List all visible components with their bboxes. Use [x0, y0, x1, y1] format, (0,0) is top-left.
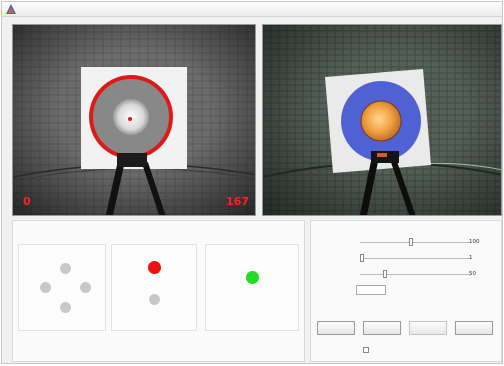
title-bar: [2, 2, 502, 17]
toolbar-button-4[interactable]: [455, 321, 493, 335]
main-window: 0 167 100 1 50: [1, 1, 503, 364]
option-checkbox[interactable]: [363, 347, 369, 353]
right-camera-image: [263, 25, 501, 215]
indicator-red: [148, 261, 161, 274]
toolbar-button-3-disabled[interactable]: [409, 321, 447, 335]
indicator-left: [40, 282, 51, 293]
indicator-right: [80, 282, 91, 293]
param-3-track[interactable]: [360, 274, 470, 275]
param-1-slider-thumb[interactable]: [409, 238, 413, 246]
param-2-track[interactable]: [360, 258, 470, 259]
group-right: [205, 244, 299, 331]
param-2-slider-thumb[interactable]: [360, 254, 364, 262]
param-1-value: 100: [469, 239, 480, 245]
app-icon: [6, 4, 16, 14]
left-camera-view: 0 167: [12, 24, 256, 216]
indicator-up: [60, 263, 71, 274]
group-middle: [111, 244, 197, 331]
indicator-green: [246, 271, 259, 284]
tracking-panel: [12, 220, 305, 362]
right-camera-view: [262, 24, 502, 216]
left-camera-image: [13, 25, 255, 215]
center-input[interactable]: [356, 285, 386, 295]
parameter-panel: 100 1 50: [310, 220, 502, 362]
param-3-value: 50: [469, 271, 476, 277]
indicator-down: [60, 302, 71, 313]
indicator-middle-bottom: [149, 294, 160, 305]
param-1-track[interactable]: [360, 242, 470, 243]
param-3-slider-thumb[interactable]: [383, 270, 387, 278]
param-2-value: 1: [469, 255, 473, 261]
toolbar-button-1[interactable]: [317, 321, 355, 335]
left-counter: 0: [23, 195, 31, 208]
toolbar-button-2[interactable]: [363, 321, 401, 335]
right-counter-left-view: 167: [226, 195, 249, 208]
group-directional: [18, 244, 106, 331]
